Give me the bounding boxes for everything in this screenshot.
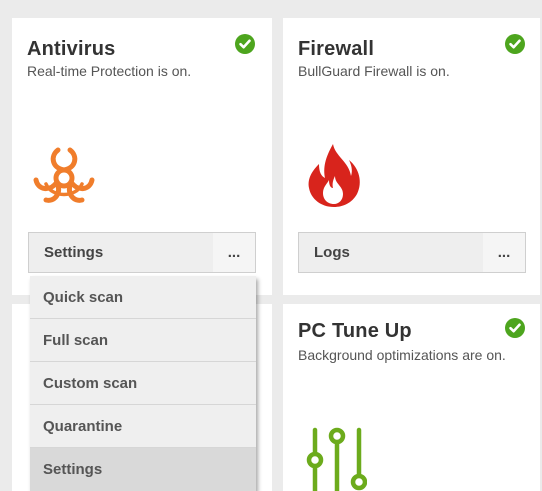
menu-item-settings[interactable]: Settings: [30, 448, 256, 491]
antivirus-status-text: Real-time Protection is on.: [27, 63, 192, 79]
check-circle-icon: [505, 34, 525, 54]
pc-tune-up-card: PC Tune Up Background optimizations are …: [283, 304, 540, 491]
antivirus-settings-button[interactable]: Settings: [29, 233, 215, 272]
firewall-card: Firewall BullGuard Firewall is on. Logs …: [283, 18, 540, 295]
firewall-logs-button[interactable]: Logs: [299, 233, 485, 272]
menu-item-quick-scan[interactable]: Quick scan: [30, 276, 256, 319]
menu-item-quarantine[interactable]: Quarantine: [30, 405, 256, 448]
check-circle-icon: [235, 34, 255, 54]
scan-dropdown-menu: Quick scan Full scan Custom scan Quarant…: [30, 276, 256, 491]
menu-item-custom-scan[interactable]: Custom scan: [30, 362, 256, 405]
flame-icon: [308, 144, 360, 207]
pc-tune-up-status-text: Background optimizations are on.: [298, 347, 506, 363]
sliders-icon: [306, 427, 367, 491]
antivirus-more-button[interactable]: ...: [213, 233, 255, 272]
check-circle-icon: [505, 318, 525, 338]
firewall-title: Firewall: [298, 38, 375, 60]
antivirus-card: Antivirus Real-time Protection is on. Se…: [12, 18, 272, 295]
firewall-status-text: BullGuard Firewall is on.: [298, 63, 450, 79]
menu-item-full-scan[interactable]: Full scan: [30, 319, 256, 362]
antivirus-settings-group: Settings ...: [28, 232, 256, 273]
firewall-logs-group: Logs ...: [298, 232, 526, 273]
biohazard-icon: [33, 147, 95, 203]
antivirus-title: Antivirus: [27, 38, 116, 60]
pc-tune-up-title: PC Tune Up: [298, 320, 412, 342]
firewall-more-button[interactable]: ...: [483, 233, 525, 272]
